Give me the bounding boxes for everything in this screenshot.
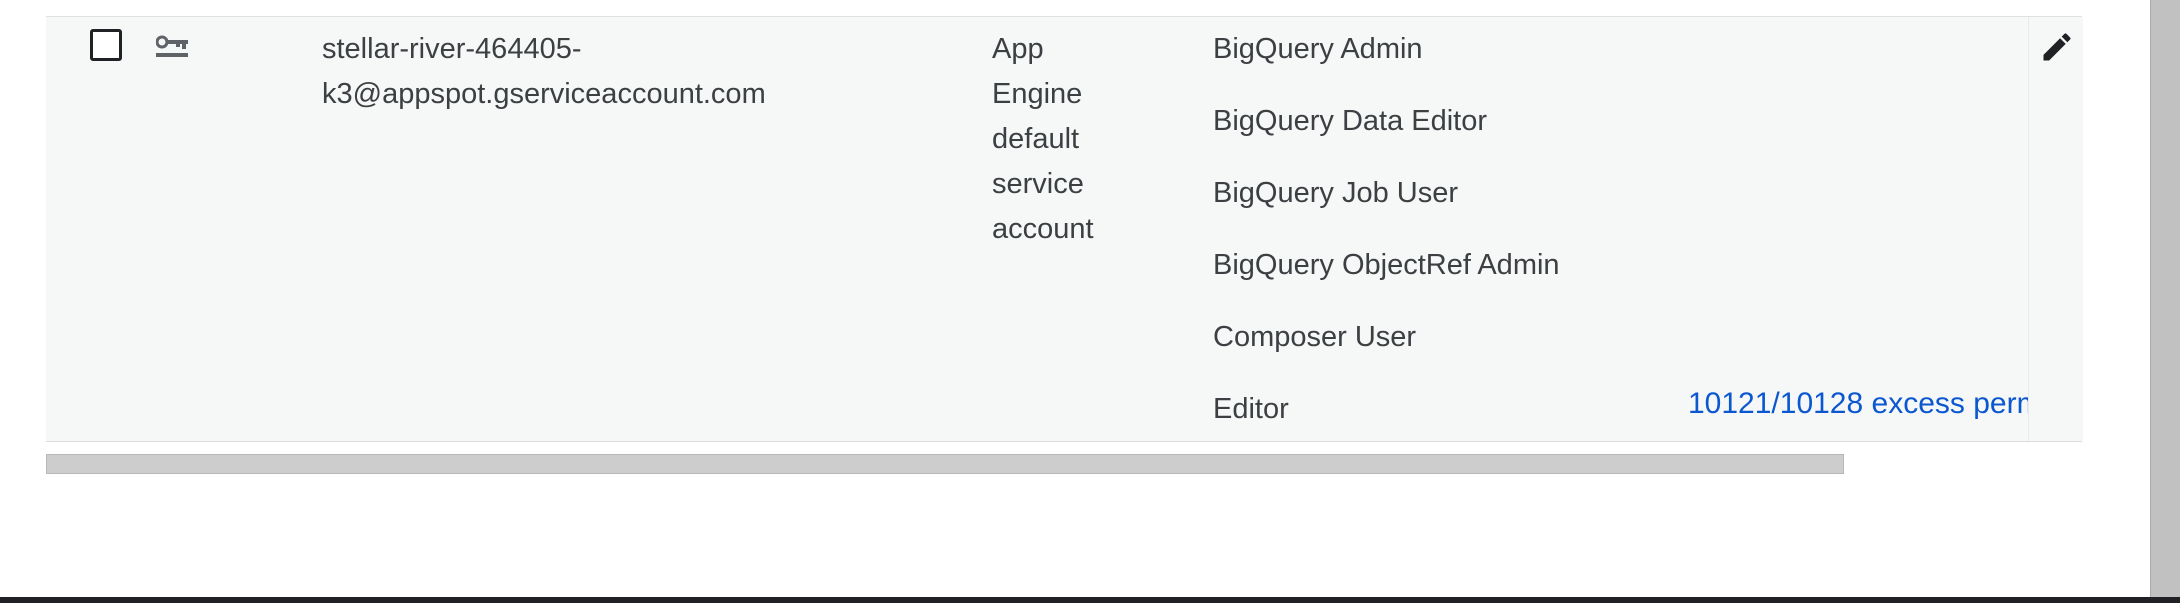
principal-email-line-1: stellar-river-464405-: [322, 33, 582, 65]
principal-name-line: service: [992, 168, 1084, 200]
service-account-key-icon: [156, 35, 188, 57]
vertical-scrollbar[interactable]: [2150, 0, 2180, 597]
excess-permissions-link[interactable]: 10121/10128 excess permissions: [1688, 387, 2028, 420]
row-select-checkbox[interactable]: [90, 29, 122, 61]
principal-name-line: Engine: [992, 78, 1083, 110]
role-list: BigQuery Admin BigQuery Data Editor BigQ…: [1213, 27, 1713, 459]
role-item: Composer User: [1213, 321, 1417, 353]
iam-permissions-page: stellar-river-464405- k3@appspot.gservic…: [0, 0, 2180, 603]
principal-name-line: account: [992, 213, 1094, 245]
security-insights-cell: 10121/10128 excess permissions: [1688, 379, 2028, 429]
role-item: BigQuery Admin: [1213, 33, 1423, 65]
principal-email-line-2: k3@appspot.gserviceaccount.com: [322, 78, 766, 110]
role-item: BigQuery Job User: [1213, 177, 1458, 209]
principal-email: stellar-river-464405- k3@appspot.gservic…: [322, 27, 982, 117]
horizontal-scrollbar[interactable]: [46, 454, 1844, 476]
pencil-icon[interactable]: [2039, 29, 2075, 65]
principal-name: App Engine default service account: [992, 27, 1202, 252]
role-item: BigQuery ObjectRef Admin: [1213, 249, 1560, 281]
row-actions: [2028, 17, 2083, 441]
role-item: BigQuery Data Editor: [1213, 105, 1488, 137]
principal-name-line: App: [992, 33, 1044, 65]
role-item: Editor: [1213, 393, 1289, 425]
table-row: stellar-river-464405- k3@appspot.gservic…: [46, 17, 2083, 442]
principal-name-line: default: [992, 123, 1080, 155]
previous-row-divider: [46, 0, 2082, 17]
window-bottom-border: [0, 597, 2180, 603]
horizontal-scrollbar-thumb[interactable]: [46, 454, 1844, 474]
